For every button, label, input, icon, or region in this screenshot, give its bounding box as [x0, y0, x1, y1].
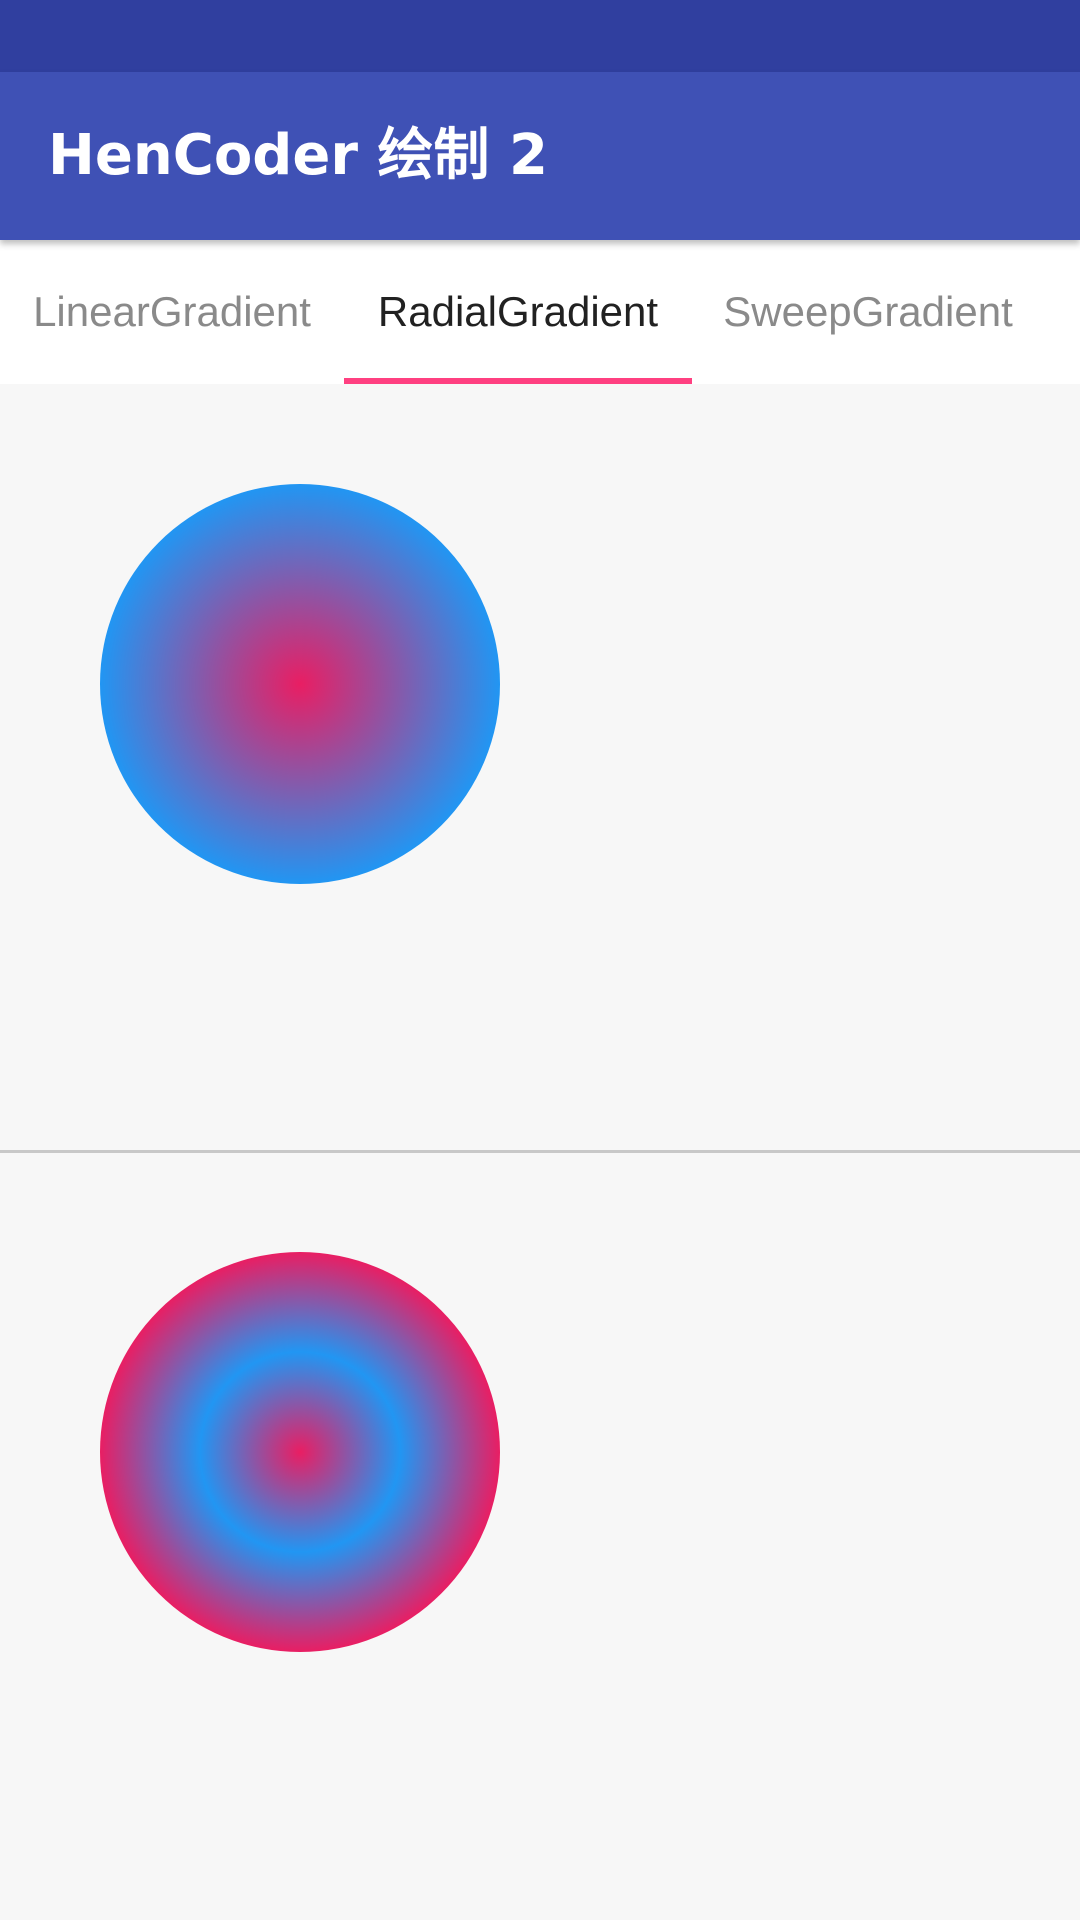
tab-indicator — [344, 378, 692, 384]
radial-gradient-circle-clamp — [100, 484, 500, 884]
sample-panel-repeat — [0, 1152, 1080, 1920]
app-title: HenCoder 绘制 2 — [48, 123, 548, 188]
tab-linear-gradient[interactable]: LinearGradient — [0, 240, 344, 384]
tab-sweep-gradient[interactable]: SweepGradient — [692, 240, 1044, 384]
content-area — [0, 384, 1080, 1920]
tab-radial-gradient[interactable]: RadialGradient — [344, 240, 692, 384]
tab-bar: LinearGradient RadialGradient SweepGradi… — [0, 240, 1080, 384]
radial-gradient-circle-repeat — [100, 1252, 500, 1652]
app-bar: HenCoder 绘制 2 — [0, 72, 1080, 240]
sample-panel-clamp — [0, 384, 1080, 1153]
status-bar — [0, 0, 1080, 72]
